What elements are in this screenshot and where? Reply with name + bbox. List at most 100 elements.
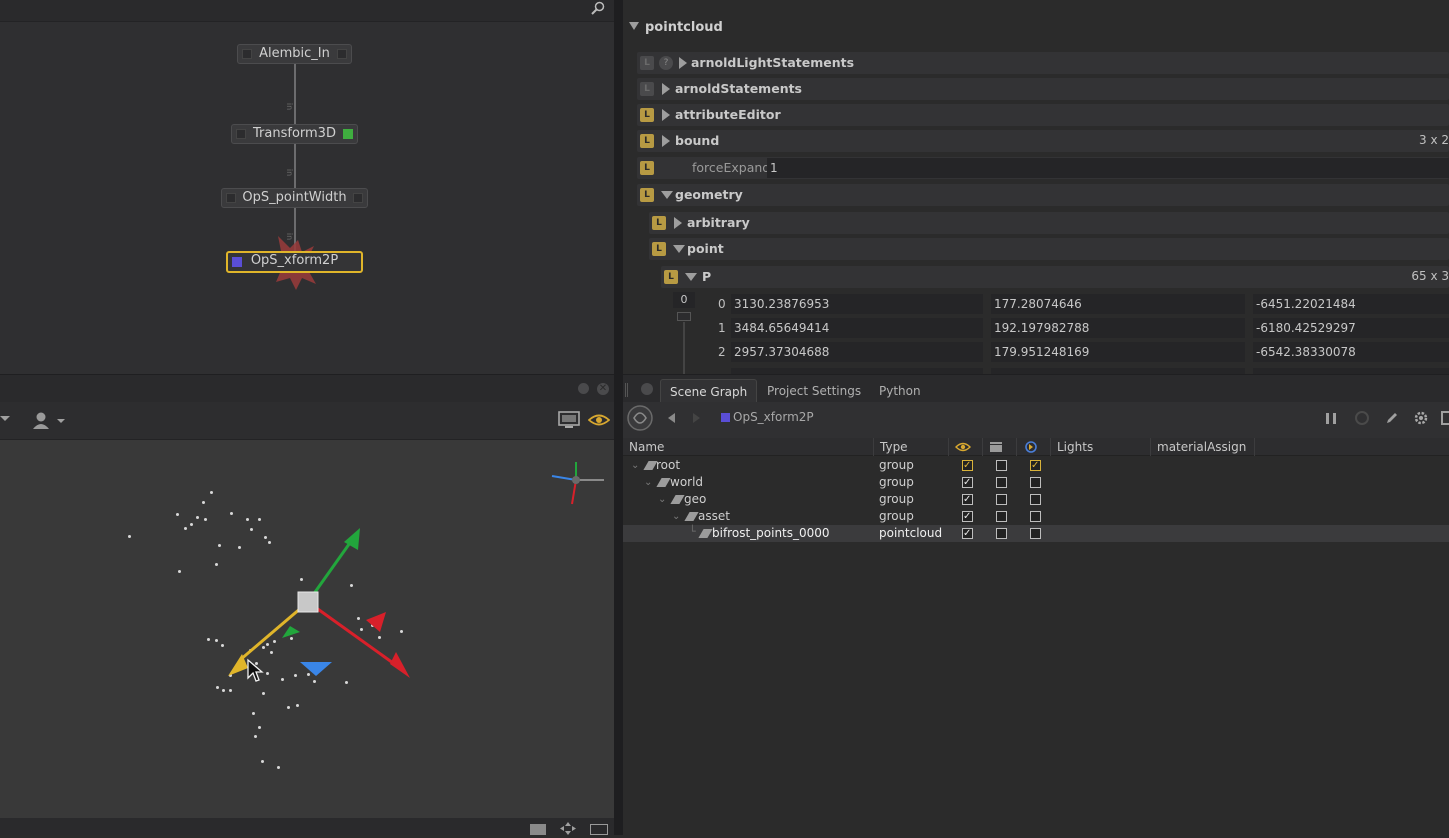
search-icon[interactable] [590, 1, 606, 17]
attribute-row-force-expand[interactable]: L forceExpand 1 [637, 157, 1449, 179]
tree-row[interactable]: ⌄ geo group [623, 491, 1449, 508]
collapse-toggle-icon[interactable]: ⌄ [672, 508, 680, 525]
force-expand-field[interactable]: 1 [767, 158, 1449, 178]
node-edit-flag[interactable] [343, 129, 353, 139]
p-y-field[interactable]: 177.28074646 [991, 294, 1245, 314]
node-flag[interactable] [353, 193, 363, 203]
lock-button[interactable]: L [640, 161, 654, 175]
working-set-checkbox[interactable] [1030, 494, 1041, 505]
dropdown-arrow-icon[interactable] [0, 416, 10, 421]
attribute-row-geometry[interactable]: L geometry [637, 184, 1449, 206]
help-icon[interactable]: ? [659, 56, 673, 70]
p-z-field[interactable]: -6542.38330078 [1253, 342, 1449, 362]
attribute-row-p[interactable]: L P 65 x 3 [661, 266, 1449, 288]
attribute-row-point[interactable]: L point [649, 238, 1449, 260]
tab-python[interactable]: Python [870, 379, 930, 403]
camera-icon[interactable] [30, 410, 66, 432]
forward-arrow-icon[interactable] [693, 413, 700, 423]
visibility-checkbox[interactable] [962, 508, 973, 525]
render-checkbox[interactable] [996, 477, 1007, 488]
column-visibility[interactable] [949, 438, 983, 456]
close-icon[interactable]: ✕ [597, 383, 609, 395]
column-working-set[interactable] [1017, 438, 1051, 456]
p-x-field[interactable]: 3130.23876953 [731, 294, 983, 314]
column-lights[interactable]: Lights [1051, 438, 1151, 456]
expand-arrow-icon[interactable] [662, 83, 670, 95]
lock-button[interactable]: L [640, 134, 654, 148]
attribute-row-attribute-editor[interactable]: L attributeEditor [637, 104, 1449, 126]
collapse-arrow-icon[interactable] [661, 191, 673, 199]
column-material-assign[interactable]: materialAssign [1151, 438, 1255, 456]
working-set-checkbox[interactable] [1030, 477, 1041, 488]
lock-button[interactable]: L [640, 188, 654, 202]
collapse-arrow-icon[interactable] [629, 22, 639, 32]
lock-button[interactable]: L [640, 108, 654, 122]
tree-row[interactable]: ⌄ root group [623, 457, 1449, 474]
gear-icon[interactable] [1413, 410, 1429, 426]
node-input-port[interactable] [236, 129, 246, 139]
p-y-field[interactable]: 179.951248169 [991, 342, 1245, 362]
drag-handle-icon[interactable] [625, 383, 628, 397]
array-slider-track[interactable] [683, 322, 685, 374]
working-set-checkbox[interactable] [1030, 457, 1041, 474]
column-render[interactable] [983, 438, 1017, 456]
visibility-checkbox[interactable] [962, 457, 973, 474]
eye-icon[interactable] [587, 412, 611, 428]
collapse-toggle-icon[interactable]: ⌄ [658, 491, 666, 508]
node-view-flag[interactable] [232, 257, 242, 267]
visibility-checkbox[interactable] [962, 474, 973, 491]
katana-logo-icon[interactable] [626, 404, 654, 432]
viewer-tool-icon[interactable] [530, 824, 546, 835]
panel-menu-icon[interactable] [1441, 411, 1449, 425]
refresh-icon[interactable] [1355, 411, 1369, 425]
array-slider-handle[interactable] [677, 312, 691, 321]
tab-scene-graph[interactable]: Scene Graph [660, 379, 758, 403]
frame-icon[interactable] [590, 824, 608, 835]
working-set-checkbox[interactable] [1030, 528, 1041, 539]
collapse-arrow-icon[interactable] [685, 273, 697, 281]
render-checkbox[interactable] [996, 528, 1007, 539]
p-y-field[interactable]: 192.197982788 [991, 318, 1245, 338]
pause-icon[interactable] [1326, 413, 1336, 424]
lock-button[interactable]: L [640, 82, 654, 96]
visibility-checkbox[interactable] [962, 525, 973, 542]
move-icon[interactable] [560, 822, 576, 835]
expand-arrow-icon[interactable] [662, 135, 670, 147]
tree-row[interactable]: ⌄ world group [623, 474, 1449, 491]
node-graph-panel[interactable]: in in in Alembic_In Transform3D OpS_poin… [0, 0, 614, 374]
node-transform3d[interactable]: Transform3D [231, 124, 358, 144]
working-set-checkbox[interactable] [1030, 511, 1041, 522]
edit-icon[interactable] [1385, 411, 1399, 425]
lock-button[interactable]: L [640, 56, 654, 70]
collapse-toggle-icon[interactable]: ⌄ [644, 474, 652, 491]
render-checkbox[interactable] [996, 511, 1007, 522]
panel-divider[interactable] [614, 0, 623, 835]
lock-button[interactable]: L [652, 242, 666, 256]
node-input-port[interactable] [226, 193, 236, 203]
tree-row[interactable]: └ bifrost_points_0000 pointcloud [623, 525, 1449, 542]
node-alembic-in[interactable]: Alembic_In [237, 44, 352, 64]
tree-row[interactable]: ⌄ asset group [623, 508, 1449, 525]
pane-menu-icon[interactable] [641, 383, 653, 395]
render-checkbox[interactable] [996, 494, 1007, 505]
column-type[interactable]: Type [874, 438, 949, 456]
expand-arrow-icon[interactable] [674, 217, 682, 229]
attribute-row-arnold-light-statements[interactable]: L ? arnoldLightStatements [637, 52, 1449, 74]
array-index-field[interactable]: 0 [673, 292, 695, 308]
p-x-field[interactable]: 3484.65649414 [731, 318, 983, 338]
lock-button[interactable]: L [652, 216, 666, 230]
column-name[interactable]: Name [623, 438, 874, 456]
node-ops-xform2p[interactable]: OpS_xform2P [226, 251, 363, 273]
node-ops-pointwidth[interactable]: OpS_pointWidth [221, 188, 368, 208]
3d-viewport[interactable] [0, 440, 614, 818]
p-z-field[interactable]: -6180.42529297 [1253, 318, 1449, 338]
monitor-icon[interactable] [558, 411, 580, 429]
collapse-toggle-icon[interactable]: ⌄ [631, 457, 639, 474]
visibility-checkbox[interactable] [962, 491, 973, 508]
expand-arrow-icon[interactable] [662, 109, 670, 121]
expand-arrow-icon[interactable] [679, 57, 687, 69]
attribute-row-bound[interactable]: L bound 3 x 2 [637, 130, 1449, 152]
maximize-icon[interactable] [578, 383, 589, 394]
attribute-row-arbitrary[interactable]: L arbitrary [649, 212, 1449, 234]
lock-button[interactable]: L [664, 270, 678, 284]
